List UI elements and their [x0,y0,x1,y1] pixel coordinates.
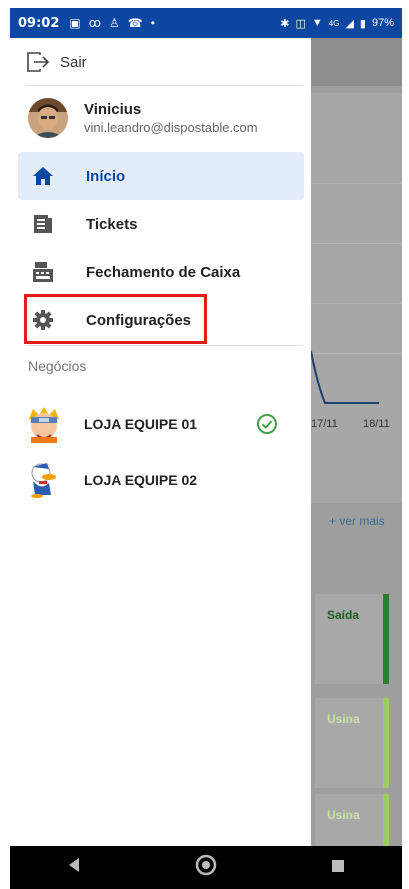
nav-item-tickets[interactable]: Tickets [18,200,304,248]
bg-gridline [311,303,402,304]
user-name: Vinicius [84,101,142,118]
missed-call-icon: ☎ [127,16,143,30]
recents-icon [332,860,345,872]
section-title-businesses: Negócios [28,358,87,374]
person-icon: ♙ [108,16,120,30]
logout-label: Sair [60,53,87,71]
navigation-drawer: Sair Vinicius vini.leandro@dispostable.c… [10,38,311,846]
avatar [28,98,68,138]
bg-tile[interactable]: Saída [315,594,389,684]
system-icons: ✱ ◫ ▼ 4G ◢ ▮ 97% [280,17,394,30]
status-bar: 09:02 ▣ ꝏ ♙ ☎ • ✱ ◫ ▼ 4G ◢ ▮ 97% [10,8,402,38]
nav-item-label: Início [86,167,126,185]
divider [26,345,303,346]
back-button[interactable] [67,857,81,878]
user-email: vini.leandro@dispostable.com [84,120,258,135]
battery-level: 97% [371,17,394,29]
recents-button[interactable] [331,857,345,878]
business-item-loja-equipe-02[interactable]: LOJA EQUIPE 02 [24,458,300,502]
bg-see-more-link[interactable]: + ver mais [329,514,385,528]
network-type: 4G [328,18,340,28]
bg-tile[interactable]: Usina [315,794,389,846]
business-name: LOJA EQUIPE 01 [84,416,198,432]
image-icon: ▣ [69,16,81,30]
donald-duck-icon [24,460,64,500]
bg-tile-label: Usina [327,712,360,726]
dot-icon: • [150,16,155,30]
cash-register-icon [30,259,56,285]
nav-item-inicio[interactable]: Início [18,152,304,200]
logout-icon [27,52,50,72]
bluetooth-icon: ✱ [280,17,290,30]
home-icon [30,163,56,189]
logout-button[interactable]: Sair [26,50,87,74]
check-circle-icon [256,413,278,438]
divider [26,85,303,86]
wifi-icon: ▼ [311,17,323,29]
business-item-loja-equipe-01[interactable]: LOJA EQUIPE 01 [24,402,300,446]
bg-gridline [311,183,402,184]
bg-chart-card: 17/11 18/11 [311,93,402,503]
business-name: LOJA EQUIPE 02 [84,472,198,488]
user-info: Vinicius vini.leandro@dispostable.com [84,101,258,135]
bg-tile-label: Saída [327,608,360,622]
signal-icon: ◢ [345,17,354,30]
vibrate-icon: ◫ [295,17,306,30]
user-profile: Vinicius vini.leandro@dispostable.com [28,98,258,138]
nav-item-label: Tickets [86,215,138,233]
back-icon [68,858,79,872]
home-button[interactable] [194,853,218,882]
home-circle-icon [195,854,217,876]
naruto-avatar-icon [24,404,64,444]
background-app[interactable]: 17/11 18/11 + ver mais Saída Usina Usina [311,38,402,846]
system-navigation-bar [10,846,402,889]
ticket-icon [30,211,56,237]
status-time: 09:02 [18,15,60,31]
notification-icons: ▣ ꝏ ♙ ☎ • [69,16,155,30]
nav-item-label: Fechamento de Caixa [86,263,241,281]
bg-date-label: 18/11 [363,418,390,430]
bg-tile-label: Usina [327,808,360,822]
bg-date-label: 17/11 [311,418,338,430]
bg-app-bar [311,38,402,86]
bg-tile[interactable]: Usina [315,698,389,788]
bg-gridline [311,243,402,244]
battery-icon: ▮ [359,17,366,30]
highlight-annotation [24,294,207,344]
nav-item-fechamento-de-caixa[interactable]: Fechamento de Caixa [18,248,304,296]
voicemail-icon: ꝏ [88,16,101,30]
